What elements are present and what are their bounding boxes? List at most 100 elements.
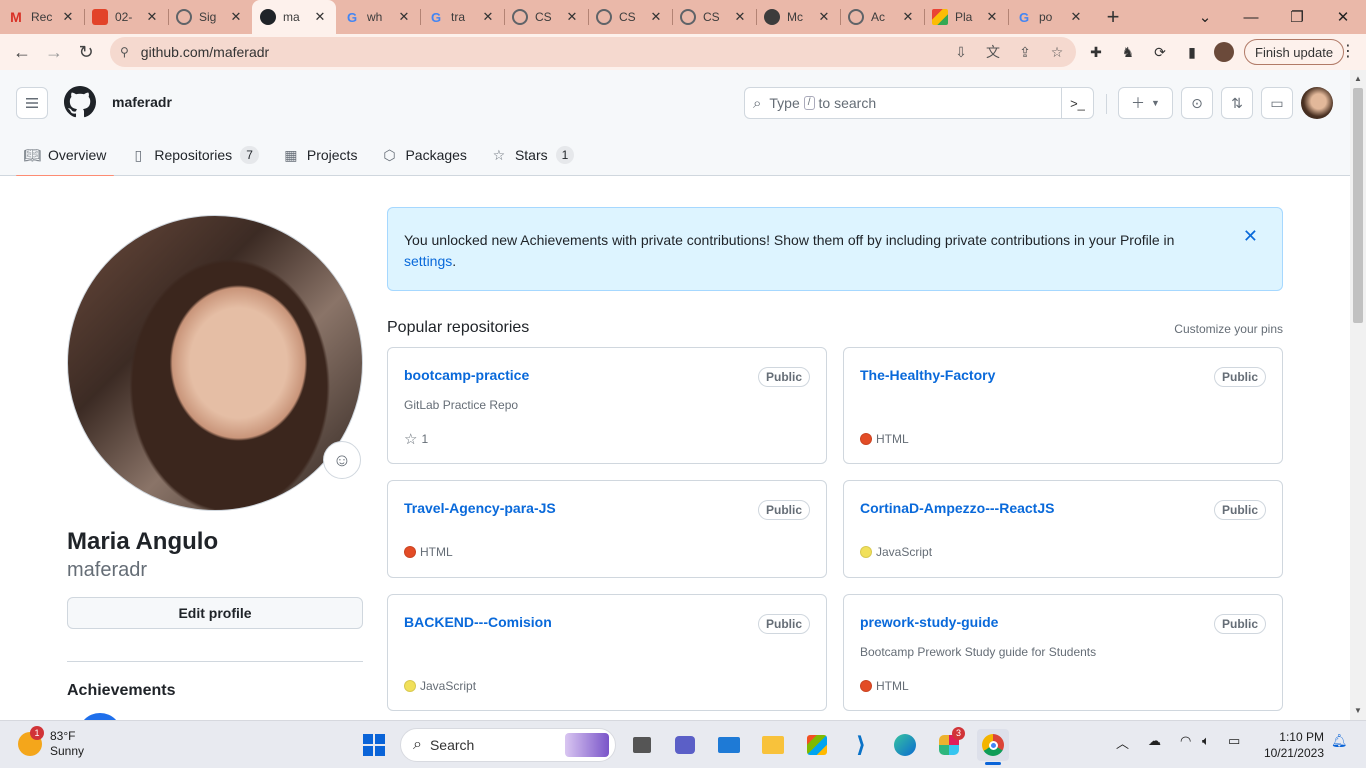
reload-icon[interactable]: ↻ bbox=[70, 36, 102, 68]
side-panel-icon[interactable]: ▮ bbox=[1182, 42, 1202, 62]
tab-projects[interactable]: ▦ Projects bbox=[275, 134, 366, 176]
browser-tab[interactable]: CS ✕ bbox=[672, 0, 756, 34]
extensions-puzzle-icon[interactable]: ✚ bbox=[1086, 42, 1106, 62]
inbox-icon[interactable]: ▭ bbox=[1261, 87, 1293, 119]
repo-name-link[interactable]: BACKEND---Comision bbox=[404, 614, 552, 630]
tab-stars[interactable]: ☆ Stars 1 bbox=[483, 134, 582, 176]
repo-name-link[interactable]: prework-study-guide bbox=[860, 614, 998, 630]
taskbar-search[interactable]: ⌕ Search bbox=[400, 728, 616, 762]
onedrive-cloud-icon[interactable]: ☁ bbox=[1148, 733, 1161, 749]
teams-chat-icon[interactable] bbox=[669, 729, 701, 761]
repo-name-link[interactable]: The-Healthy-Factory bbox=[860, 367, 995, 383]
browser-tab[interactable]: Gpo ✕ bbox=[1008, 0, 1092, 34]
wifi-icon[interactable]: ◠ bbox=[1180, 733, 1191, 749]
translate-icon[interactable]: 文 bbox=[984, 43, 1002, 61]
site-info-icon[interactable]: ⚲ bbox=[120, 45, 129, 59]
new-tab-icon[interactable]: + bbox=[1096, 0, 1130, 34]
command-palette-icon[interactable]: >_ bbox=[1061, 88, 1093, 118]
share-icon[interactable]: ⇪ bbox=[1016, 43, 1034, 61]
close-tab-icon[interactable]: ✕ bbox=[396, 9, 412, 25]
page-scrollbar[interactable]: ▲ ▼ bbox=[1350, 70, 1366, 720]
close-tab-icon[interactable]: ✕ bbox=[900, 9, 916, 25]
achievements-heading[interactable]: Achievements bbox=[67, 682, 176, 700]
close-icon[interactable]: ✕ bbox=[1243, 226, 1258, 247]
header-username[interactable]: maferadr bbox=[112, 94, 172, 110]
browser-tab[interactable]: Gwh ✕ bbox=[336, 0, 420, 34]
address-bar[interactable]: ⚲ github.com/maferadr ⇩ 文 ⇪ ☆ bbox=[110, 37, 1076, 67]
install-app-icon[interactable]: ⇩ bbox=[952, 43, 970, 61]
user-avatar[interactable] bbox=[1301, 87, 1333, 119]
microsoft-store-icon[interactable] bbox=[801, 729, 833, 761]
windows-start-icon[interactable] bbox=[358, 729, 390, 761]
browser-tab[interactable]: M Rec ✕ bbox=[0, 0, 84, 34]
repo-name-link[interactable]: bootcamp-practice bbox=[404, 367, 529, 383]
extension-icon[interactable]: ⟳ bbox=[1150, 42, 1170, 62]
repo-name-link[interactable]: Travel-Agency-para-JS bbox=[404, 500, 556, 516]
file-explorer-icon[interactable] bbox=[757, 729, 789, 761]
browser-tab[interactable]: CS ✕ bbox=[588, 0, 672, 34]
customize-pins-link[interactable]: Customize your pins bbox=[1174, 322, 1283, 336]
restore-icon[interactable]: ❐ bbox=[1274, 0, 1320, 34]
close-tab-icon[interactable]: ✕ bbox=[60, 9, 76, 25]
tab-search-chevron-icon[interactable]: ⌄ bbox=[1182, 0, 1228, 34]
close-tab-icon[interactable]: ✕ bbox=[1068, 9, 1084, 25]
notification-bell-icon[interactable]: 🔔︎ bbox=[1331, 733, 1348, 749]
task-view-icon[interactable] bbox=[626, 729, 658, 761]
close-tab-icon[interactable]: ✕ bbox=[648, 9, 664, 25]
weather-widget[interactable]: 1 83°F Sunny bbox=[18, 726, 84, 759]
achievement-badge[interactable] bbox=[78, 713, 122, 720]
browser-tab[interactable]: Mc ✕ bbox=[756, 0, 840, 34]
forward-icon[interactable]: → bbox=[38, 36, 70, 68]
close-tab-icon[interactable]: ✕ bbox=[732, 9, 748, 25]
edge-icon[interactable] bbox=[889, 729, 921, 761]
settings-link[interactable]: settings bbox=[404, 253, 452, 269]
browser-tab[interactable]: 02- ✕ bbox=[84, 0, 168, 34]
browser-tab[interactable]: Pla ✕ bbox=[924, 0, 1008, 34]
tab-packages[interactable]: ⬡ Packages bbox=[373, 134, 474, 176]
profile-avatar[interactable] bbox=[67, 215, 363, 511]
browser-tab[interactable]: Sig ✕ bbox=[168, 0, 252, 34]
issues-icon[interactable]: ⊙ bbox=[1181, 87, 1213, 119]
scroll-down-icon[interactable]: ▼ bbox=[1353, 706, 1363, 715]
tab-overview[interactable]: 📖︎ Overview bbox=[16, 134, 115, 177]
browser-tab-active[interactable]: ma ✕ bbox=[252, 0, 336, 34]
volume-icon[interactable]: 🔈︎ bbox=[1202, 733, 1210, 749]
browser-tab[interactable]: CS ✕ bbox=[504, 0, 588, 34]
show-hidden-icons-chevron-icon[interactable]: ︿ bbox=[1116, 733, 1129, 752]
chrome-profile-avatar[interactable] bbox=[1214, 42, 1234, 62]
extension-icon[interactable]: ♞ bbox=[1118, 42, 1138, 62]
close-tab-icon[interactable]: ✕ bbox=[564, 9, 580, 25]
edit-profile-button[interactable]: Edit profile bbox=[67, 597, 363, 629]
chrome-menu-icon[interactable]: ⋮ bbox=[1338, 42, 1358, 62]
scroll-up-icon[interactable]: ▲ bbox=[1353, 74, 1363, 83]
github-search-input[interactable]: ⌕ Type / to search >_ bbox=[744, 87, 1094, 119]
back-icon[interactable]: ← bbox=[6, 36, 38, 68]
close-tab-icon[interactable]: ✕ bbox=[984, 9, 1000, 25]
repo-stars[interactable]: ☆ 1 bbox=[404, 430, 428, 448]
close-tab-icon[interactable]: ✕ bbox=[144, 9, 160, 25]
finish-update-button[interactable]: Finish update bbox=[1244, 39, 1345, 65]
tab-repositories[interactable]: ▯ Repositories 7 bbox=[122, 134, 267, 176]
browser-tab[interactable]: Ac ✕ bbox=[840, 0, 924, 34]
set-status-smiley-icon[interactable]: ☺ bbox=[323, 441, 361, 479]
system-clock[interactable]: 1:10 PM 10/21/2023 bbox=[1258, 729, 1324, 761]
url-text[interactable]: github.com/maferadr bbox=[141, 44, 269, 60]
chrome-icon[interactable] bbox=[977, 729, 1009, 765]
github-logo-icon[interactable] bbox=[64, 86, 96, 118]
close-window-icon[interactable]: ✕ bbox=[1320, 0, 1366, 34]
hamburger-menu-icon[interactable] bbox=[16, 87, 48, 119]
close-tab-icon[interactable]: ✕ bbox=[816, 9, 832, 25]
scrollbar-thumb[interactable] bbox=[1353, 88, 1363, 323]
slack-icon[interactable]: 3 bbox=[933, 727, 965, 761]
create-new-button[interactable]: ＋ ▼ bbox=[1118, 87, 1173, 119]
bookmark-star-icon[interactable]: ☆ bbox=[1048, 43, 1066, 61]
close-tab-icon[interactable]: ✕ bbox=[480, 9, 496, 25]
close-tab-icon[interactable]: ✕ bbox=[312, 9, 328, 25]
minimize-icon[interactable]: — bbox=[1228, 0, 1274, 34]
battery-icon[interactable]: ▭ bbox=[1228, 733, 1240, 749]
browser-tab[interactable]: Gtra ✕ bbox=[420, 0, 504, 34]
mail-icon[interactable] bbox=[713, 729, 745, 761]
pull-requests-icon[interactable]: ⇅ bbox=[1221, 87, 1253, 119]
vscode-icon[interactable]: ⟩ bbox=[845, 729, 877, 761]
repo-name-link[interactable]: CortinaD-Ampezzo---ReactJS bbox=[860, 500, 1054, 516]
